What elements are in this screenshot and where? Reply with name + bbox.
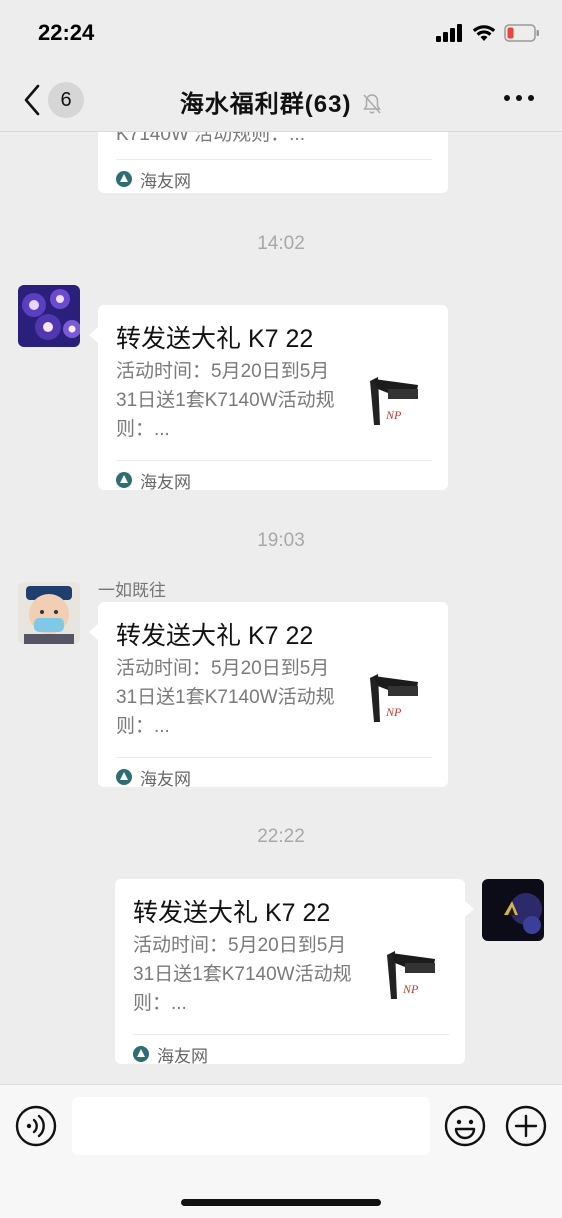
card-title: 转发送大礼 K7 22 xyxy=(133,899,331,927)
timestamp-separator: 14:02 xyxy=(257,233,305,254)
status-time: 22:24 xyxy=(38,20,95,45)
status-bar: 22:24 xyxy=(0,0,562,66)
source-logo-icon xyxy=(133,1046,149,1062)
card-divider xyxy=(133,1034,449,1035)
card-source-label: 海友网 xyxy=(140,472,191,492)
chat-title-wrap: 海水福利群(63) xyxy=(0,84,562,119)
card-source-label: 海友网 xyxy=(140,171,191,191)
plus-icon[interactable] xyxy=(505,1105,547,1147)
link-card[interactable]: 转发送大礼 K7 22 活动时间：5月20日到5月31日送1套K7140W活动规… xyxy=(89,602,448,790)
card-source: 海友网 xyxy=(133,1041,208,1067)
lamp-thumbnail-image: NP xyxy=(370,377,418,425)
avatar[interactable] xyxy=(482,879,544,941)
child-avatar-image xyxy=(18,582,80,644)
input-bar xyxy=(0,1084,562,1218)
signal-icon xyxy=(436,24,462,42)
nav-bar: 6 海水福利群(63) xyxy=(0,66,562,132)
avatar[interactable] xyxy=(18,285,80,347)
message-input[interactable] xyxy=(72,1097,430,1155)
card-source-label: 海友网 xyxy=(157,1046,208,1066)
lamp-thumbnail-image: NP xyxy=(370,674,418,722)
card-source: 海友网 xyxy=(116,467,191,493)
avatar[interactable] xyxy=(18,582,80,644)
wifi-icon xyxy=(472,25,496,41)
sender-name: 一如既往 xyxy=(98,581,166,600)
card-description: 活动时间：5月20日到5月31日送1套K7140W活动规则：... xyxy=(116,361,335,440)
card-description: 活动时间：5月20日到5月31日送1套K7140W活动规则：... xyxy=(133,935,352,1014)
status-icons xyxy=(436,24,540,42)
svg-text:NP: NP xyxy=(402,982,419,996)
source-logo-icon xyxy=(116,171,132,187)
coral-avatar-image xyxy=(18,285,80,347)
bell-slash-icon xyxy=(363,94,382,114)
emoji-icon[interactable] xyxy=(444,1105,486,1147)
battery-low-icon xyxy=(504,24,539,42)
card-source-label: 海友网 xyxy=(140,769,191,789)
card-source: 海友网 xyxy=(116,166,191,192)
home-indicator xyxy=(181,1199,381,1206)
svg-text:NP: NP xyxy=(385,705,402,719)
timestamp-separator: 19:03 xyxy=(257,530,305,551)
more-dots-icon[interactable] xyxy=(502,86,536,110)
card-title: 转发送大礼 K7 22 xyxy=(116,325,314,353)
link-card[interactable]: 转发送大礼 K7 22 活动时间：5月20日到5月31日送1套K7140W活动规… xyxy=(89,305,448,493)
self-avatar-image xyxy=(482,879,544,941)
chat-title: 海水福利群(63) xyxy=(179,91,352,118)
card-description: 活动时间：5月20日到5月31日送1套K7140W活动规则：... xyxy=(116,658,335,737)
source-logo-icon xyxy=(116,472,132,488)
chat-message-list[interactable]: K7140W 活动规则：... 海友网 14:02 转发送大礼 K7 22 活动… xyxy=(0,132,562,1084)
timestamp-separator: 22:22 xyxy=(257,826,305,847)
card-divider xyxy=(116,159,432,160)
svg-text:NP: NP xyxy=(385,408,402,422)
card-divider xyxy=(116,460,432,461)
card-description: K7140W 活动规则：... xyxy=(116,132,305,145)
link-card-partial[interactable]: K7140W 活动规则：... 海友网 xyxy=(98,132,448,193)
source-logo-icon xyxy=(116,769,132,785)
card-source: 海友网 xyxy=(116,764,191,790)
lamp-thumbnail-image: NP xyxy=(387,951,435,999)
voice-icon[interactable] xyxy=(15,1105,57,1147)
card-title: 转发送大礼 K7 22 xyxy=(116,622,314,650)
link-card[interactable]: 转发送大礼 K7 22 活动时间：5月20日到5月31日送1套K7140W活动规… xyxy=(115,879,474,1067)
card-divider xyxy=(116,757,432,758)
